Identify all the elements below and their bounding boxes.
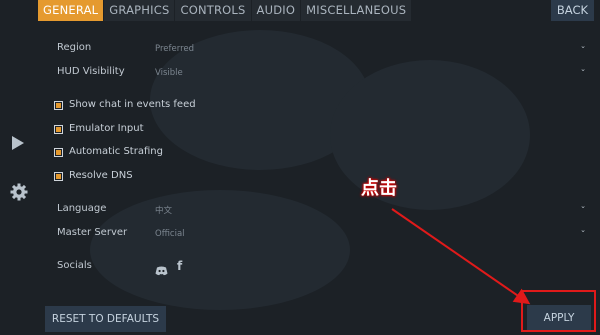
chevron-down-icon[interactable]: ⌄ <box>580 65 586 73</box>
tab-controls[interactable]: CONTROLS <box>175 0 252 21</box>
checkbox-resolve-dns[interactable] <box>54 172 63 181</box>
checkbox-emulator-input[interactable] <box>54 125 63 134</box>
language-value[interactable]: 中文 <box>155 204 172 216</box>
tab-graphics[interactable]: GRAPHICS <box>104 0 176 21</box>
automatic-strafing-label: Automatic Strafing <box>69 146 163 157</box>
checkbox-automatic-strafing[interactable] <box>54 148 63 157</box>
tab-audio[interactable]: AUDIO <box>251 0 302 21</box>
background-shape <box>90 190 350 310</box>
region-label: Region <box>57 42 92 53</box>
language-label: Language <box>57 203 107 214</box>
hud-visibility-value[interactable]: Visible <box>155 68 183 78</box>
gear-icon[interactable] <box>10 183 28 205</box>
background-shape <box>330 60 530 210</box>
tab-bar: GENERAL GRAPHICS CONTROLS AUDIO MISCELLA… <box>38 0 413 21</box>
annotation-highlight-box <box>521 290 596 332</box>
tab-miscellaneous[interactable]: MISCELLANEOUS <box>301 0 413 21</box>
discord-icon[interactable] <box>155 261 168 280</box>
checkbox-show-chat[interactable] <box>54 101 63 110</box>
tab-general[interactable]: GENERAL <box>38 0 105 21</box>
socials-label: Socials <box>57 260 92 271</box>
master-server-value[interactable]: Official <box>155 229 185 239</box>
back-button[interactable]: BACK <box>551 0 594 21</box>
annotation-label: 点击 <box>361 178 397 199</box>
hud-visibility-label: HUD Visibility <box>57 66 125 77</box>
region-value[interactable]: Preferred <box>155 44 194 54</box>
reset-to-defaults-button[interactable]: RESET TO DEFAULTS <box>45 306 166 332</box>
master-server-label: Master Server <box>57 227 128 238</box>
show-chat-label: Show chat in events feed <box>69 99 196 110</box>
chevron-down-icon[interactable]: ⌄ <box>580 42 586 50</box>
play-icon[interactable] <box>11 135 25 155</box>
resolve-dns-label: Resolve DNS <box>69 170 133 181</box>
emulator-input-label: Emulator Input <box>69 123 144 134</box>
chevron-down-icon[interactable]: ⌄ <box>580 202 586 210</box>
facebook-icon[interactable]: f <box>177 259 182 273</box>
chevron-down-icon[interactable]: ⌄ <box>580 226 586 234</box>
